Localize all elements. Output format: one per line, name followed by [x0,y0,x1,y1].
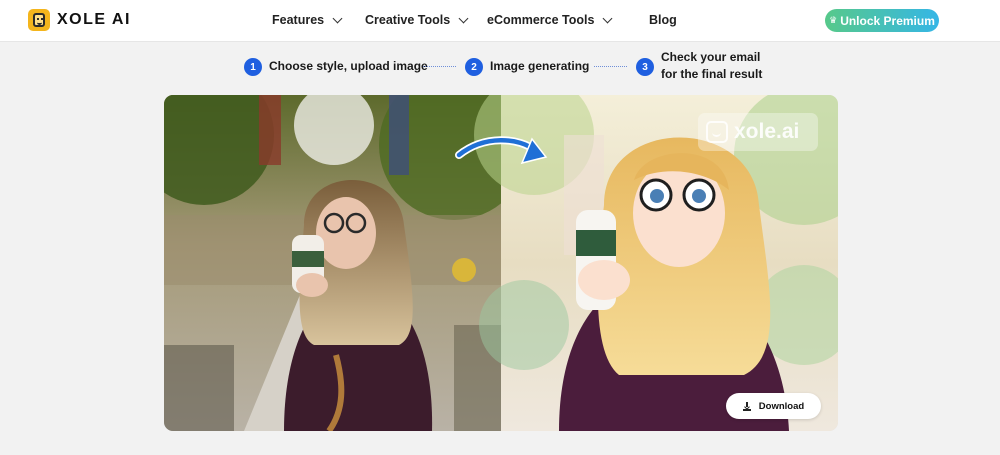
step-number-badge: 3 [636,58,654,76]
nav-blog-label: Blog [649,13,677,27]
nav-creative-tools-label: Creative Tools [365,13,451,27]
watermark-text: xole.ai [734,120,800,143]
download-label: Download [758,400,805,412]
chevron-down-icon [332,13,343,23]
chevron-down-icon [603,13,613,23]
chevron-down-icon [458,13,469,23]
step-connector [423,66,456,67]
step-label: Image generating [490,59,590,73]
step-number-badge: 1 [244,58,262,76]
nav-blog[interactable]: Blog [649,13,677,27]
watermark-logo-icon [706,121,728,143]
brand-logo[interactable]: XOLE AI [28,9,131,31]
download-button[interactable]: Download [726,393,821,419]
unlock-premium-label: Unlock Premium [840,13,935,28]
step-1: 1 Choose style, upload image [244,58,428,76]
step-3: 3 Check your email for the final result [636,49,762,83]
nav-features-label: Features [272,13,325,27]
download-icon [742,401,752,411]
watermark: xole.ai [698,113,818,151]
step-label: Check your email for the final result [661,50,763,81]
crown-icon: ♛ [829,15,838,25]
step-label: Choose style, upload image [269,59,428,73]
nav-creative-tools[interactable]: Creative Tools [365,13,469,27]
nav-ecommerce-tools-label: eCommerce Tools [487,13,595,27]
unlock-premium-button[interactable]: ♛ Unlock Premium [825,9,939,32]
step-connector [594,66,627,67]
top-navbar: XOLE AI Features Creative Tools eCommerc… [0,0,1000,42]
before-after-preview: xole.ai Download [164,95,838,431]
step-2: 2 Image generating [465,58,589,76]
nav-features[interactable]: Features [272,13,343,27]
nav-ecommerce-tools[interactable]: eCommerce Tools [487,13,613,27]
step-number-badge: 2 [465,58,483,76]
logo-icon [28,9,50,31]
brand-name: XOLE AI [57,11,131,28]
